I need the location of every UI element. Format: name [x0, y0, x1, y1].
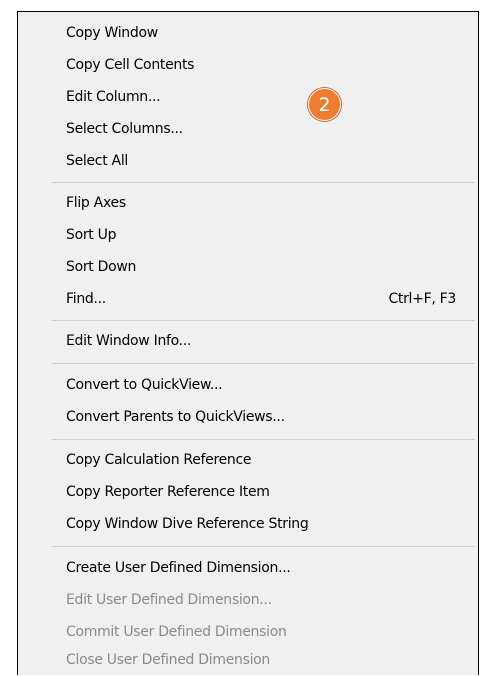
menu-separator [52, 546, 475, 547]
menu-item-convert-parents-to-quickviews[interactable]: Convert Parents to QuickViews... [18, 401, 478, 433]
menu-item-label: Commit User Defined Dimension [66, 624, 287, 640]
menu-item-copy-reporter-reference-item[interactable]: Copy Reporter Reference Item [18, 476, 478, 508]
menu-item-select-all[interactable]: Select All [18, 145, 478, 177]
menu-item-create-user-defined-dimension[interactable]: Create User Defined Dimension... [18, 552, 478, 584]
menu-item-flip-axes[interactable]: Flip Axes [18, 187, 478, 219]
menu-item-label: Sort Down [66, 259, 137, 275]
menu-item-sort-up[interactable]: Sort Up [18, 219, 478, 251]
menu-item-copy-calculation-reference[interactable]: Copy Calculation Reference [18, 444, 478, 476]
menu-item-label: Copy Window [66, 25, 158, 41]
context-menu: Copy Window Copy Cell Contents Edit Colu… [17, 11, 479, 675]
menu-item-copy-cell-contents[interactable]: Copy Cell Contents [18, 49, 478, 81]
menu-separator [52, 363, 475, 364]
menu-item-label: Find... [66, 291, 106, 307]
menu-item-label: Select Columns... [66, 121, 183, 137]
menu-item-label: Close User Defined Dimension [66, 652, 270, 668]
menu-item-label: Convert Parents to QuickViews... [66, 409, 285, 425]
menu-item-edit-column[interactable]: Edit Column... [18, 81, 478, 113]
menu-item-close-user-defined-dimension: Close User Defined Dimension [18, 644, 478, 676]
menu-separator [52, 439, 475, 440]
menu-item-convert-to-quickview[interactable]: Convert to QuickView... [18, 369, 478, 401]
menu-item-label: Copy Window Dive Reference String [66, 516, 309, 532]
menu-separator [52, 320, 475, 321]
menu-item-find[interactable]: Find... Ctrl+F, F3 [18, 283, 478, 315]
menu-item-label: Convert to QuickView... [66, 377, 223, 393]
menu-item-label: Edit User Defined Dimension... [66, 592, 272, 608]
menu-item-label: Copy Cell Contents [66, 57, 195, 73]
callout-number-badge: 2 [308, 88, 341, 121]
menu-item-label: Sort Up [66, 227, 117, 243]
menu-item-label: Flip Axes [66, 195, 126, 211]
menu-item-label: Copy Calculation Reference [66, 452, 252, 468]
menu-item-label: Copy Reporter Reference Item [66, 484, 270, 500]
menu-item-edit-window-info[interactable]: Edit Window Info... [18, 325, 478, 357]
menu-item-copy-window-dive-reference-string[interactable]: Copy Window Dive Reference String [18, 508, 478, 540]
menu-item-label: Edit Window Info... [66, 333, 192, 349]
menu-item-label: Select All [66, 153, 128, 169]
menu-item-copy-window[interactable]: Copy Window [18, 17, 478, 49]
menu-item-sort-down[interactable]: Sort Down [18, 251, 478, 283]
menu-item-label: Create User Defined Dimension... [66, 560, 291, 576]
menu-item-edit-user-defined-dimension: Edit User Defined Dimension... [18, 584, 478, 616]
menu-item-label: Edit Column... [66, 89, 161, 105]
menu-item-select-columns[interactable]: Select Columns... [18, 113, 478, 145]
menu-separator [52, 182, 475, 183]
menu-item-shortcut: Ctrl+F, F3 [388, 291, 456, 307]
